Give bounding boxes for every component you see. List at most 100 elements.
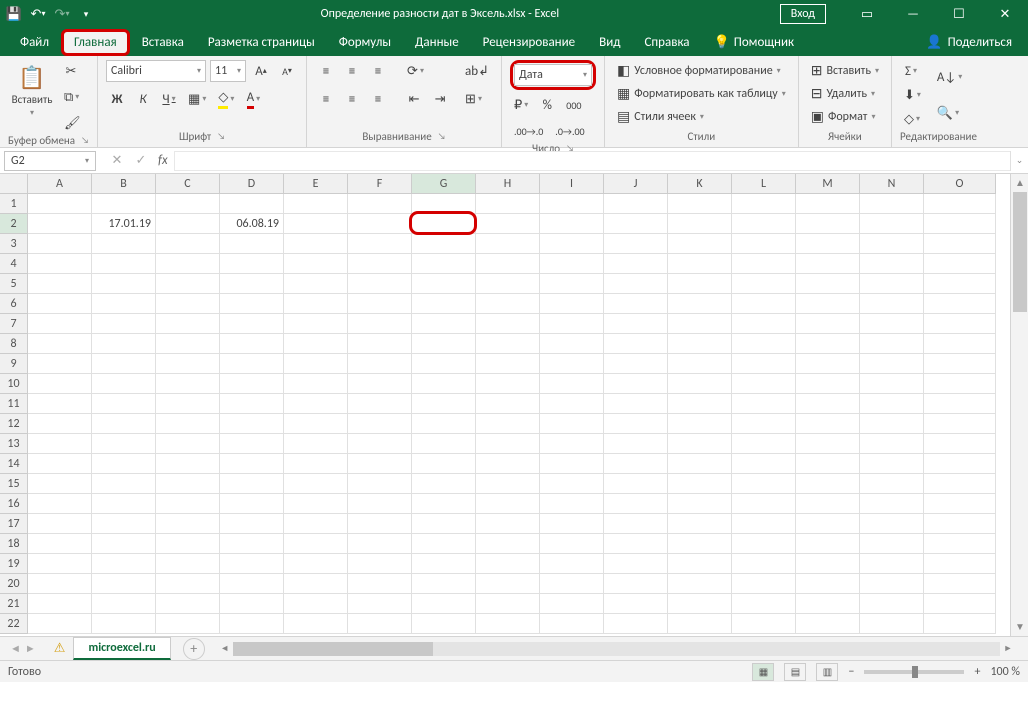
delete-cells-button[interactable]: ⊟Удалить▾ [807,83,879,104]
cell-A13[interactable] [28,434,92,454]
borders-button[interactable]: ▦▾ [184,88,210,110]
cell-O16[interactable] [924,494,996,514]
cell-A10[interactable] [28,374,92,394]
cell-O6[interactable] [924,294,996,314]
zoom-in-button[interactable]: + [974,665,980,679]
cell-G10[interactable] [412,374,476,394]
cell-N5[interactable] [860,274,924,294]
cell-H16[interactable] [476,494,540,514]
cell-K11[interactable] [668,394,732,414]
cell-O4[interactable] [924,254,996,274]
cell-A16[interactable] [28,494,92,514]
cell-E8[interactable] [284,334,348,354]
row-header-3[interactable]: 3 [0,234,28,254]
col-header-E[interactable]: E [284,174,348,194]
cell-L1[interactable] [732,194,796,214]
cell-J18[interactable] [604,534,668,554]
cell-J1[interactable] [604,194,668,214]
cell-I22[interactable] [540,614,604,634]
expand-formula-bar[interactable]: ⌄ [1010,151,1028,171]
cell-O10[interactable] [924,374,996,394]
zoom-slider[interactable] [864,670,964,674]
cell-B1[interactable] [92,194,156,214]
enter-formula-button[interactable]: ✓ [132,153,150,168]
cell-D12[interactable] [220,414,284,434]
decrease-decimal-button[interactable]: .0→.00 [551,120,588,142]
cell-B15[interactable] [92,474,156,494]
col-header-K[interactable]: K [668,174,732,194]
cell-F7[interactable] [348,314,412,334]
sort-filter-button[interactable]: A↓▾ [933,60,966,94]
cell-H15[interactable] [476,474,540,494]
row-header-22[interactable]: 22 [0,614,28,634]
cell-F6[interactable] [348,294,412,314]
cell-D8[interactable] [220,334,284,354]
cancel-formula-button[interactable]: ✕ [108,153,126,168]
cell-L16[interactable] [732,494,796,514]
vscroll-thumb[interactable] [1013,192,1027,312]
cell-D14[interactable] [220,454,284,474]
cell-A12[interactable] [28,414,92,434]
autosum-button[interactable]: Σ▾ [900,60,922,82]
cell-C12[interactable] [156,414,220,434]
cell-N20[interactable] [860,574,924,594]
cell-G4[interactable] [412,254,476,274]
cell-E21[interactable] [284,594,348,614]
row-header-9[interactable]: 9 [0,354,28,374]
cell-M19[interactable] [796,554,860,574]
cell-I10[interactable] [540,374,604,394]
cell-A2[interactable] [28,214,92,234]
cell-L11[interactable] [732,394,796,414]
cell-B18[interactable] [92,534,156,554]
align-middle-button[interactable]: ≡ [341,60,363,82]
cell-M3[interactable] [796,234,860,254]
cell-F20[interactable] [348,574,412,594]
cell-F19[interactable] [348,554,412,574]
cell-H2[interactable] [476,214,540,234]
name-box[interactable]: G2▾ [4,151,96,171]
cell-L4[interactable] [732,254,796,274]
cell-M18[interactable] [796,534,860,554]
cell-G14[interactable] [412,454,476,474]
col-header-L[interactable]: L [732,174,796,194]
cell-N2[interactable] [860,214,924,234]
accounting-format-button[interactable]: ₽▾ [510,94,532,116]
cell-J16[interactable] [604,494,668,514]
col-header-A[interactable]: A [28,174,92,194]
cell-B7[interactable] [92,314,156,334]
cell-K17[interactable] [668,514,732,534]
row-header-6[interactable]: 6 [0,294,28,314]
cell-M10[interactable] [796,374,860,394]
align-bottom-button[interactable]: ≡ [367,60,389,82]
cell-F4[interactable] [348,254,412,274]
col-header-M[interactable]: M [796,174,860,194]
cut-button[interactable]: ✂ [60,60,82,82]
cell-D4[interactable] [220,254,284,274]
row-header-4[interactable]: 4 [0,254,28,274]
col-header-H[interactable]: H [476,174,540,194]
row-header-19[interactable]: 19 [0,554,28,574]
cell-E19[interactable] [284,554,348,574]
col-header-J[interactable]: J [604,174,668,194]
row-header-13[interactable]: 13 [0,434,28,454]
cell-O9[interactable] [924,354,996,374]
cell-E2[interactable] [284,214,348,234]
cell-M14[interactable] [796,454,860,474]
cell-B2[interactable]: 17.01.19 [92,214,156,234]
cell-G6[interactable] [412,294,476,314]
cell-O15[interactable] [924,474,996,494]
sheet-prev-button[interactable]: ◄ [10,642,21,655]
cell-C10[interactable] [156,374,220,394]
cell-D15[interactable] [220,474,284,494]
align-left-button[interactable]: ≡ [315,88,337,110]
col-header-C[interactable]: C [156,174,220,194]
tab-formulas[interactable]: Формулы [327,29,403,56]
cell-E4[interactable] [284,254,348,274]
cell-G1[interactable] [412,194,476,214]
cell-B20[interactable] [92,574,156,594]
cell-K20[interactable] [668,574,732,594]
decrease-indent-button[interactable]: ⇤ [403,88,425,110]
cell-H5[interactable] [476,274,540,294]
tab-file[interactable]: Файл [8,29,61,56]
orientation-button[interactable]: ⟳▾ [403,60,428,82]
